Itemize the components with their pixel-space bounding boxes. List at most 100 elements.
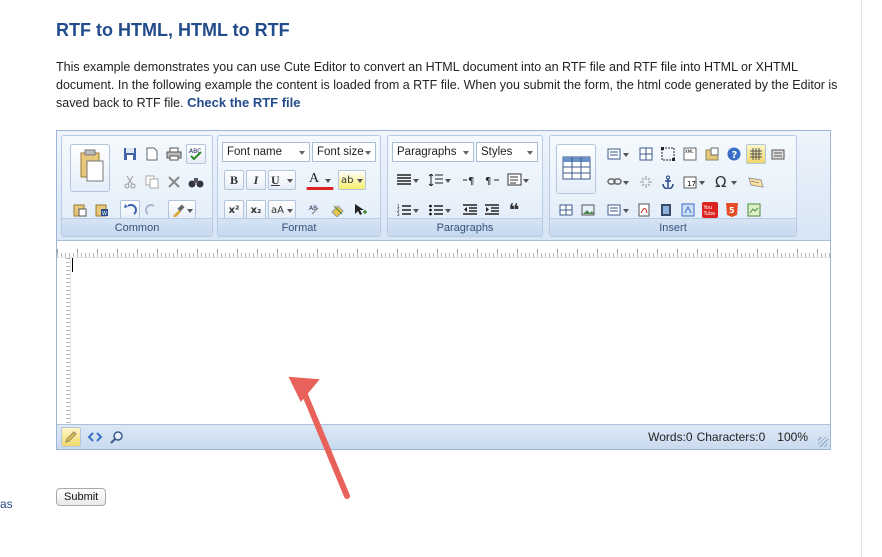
print-button[interactable] [164,144,184,164]
styles-select[interactable]: Styles [476,142,538,162]
bold-button[interactable]: B [224,170,244,190]
insert-table-button[interactable] [556,144,596,194]
undo-button[interactable] [120,200,140,220]
redo-button[interactable] [142,200,162,220]
clean-format-button[interactable] [328,200,348,220]
spelling-options-icon: AB [309,205,319,215]
font-color-button[interactable]: A [306,170,334,190]
insert-media-button[interactable] [656,200,676,220]
eraser-icon [331,205,344,217]
youtube-icon: YouTube [702,202,718,218]
redo-icon [145,204,155,215]
outdent-icon [463,204,477,215]
cut-button[interactable] [120,172,140,192]
format-painter-button[interactable] [168,200,196,220]
grid-icon [750,148,762,160]
font-name-select[interactable]: Font name [222,142,310,162]
spelling-options-button[interactable]: AB [306,200,326,220]
paste-icon [80,149,104,182]
insert-gallery-button[interactable] [744,200,764,220]
rtl-button[interactable]: ¶ [482,170,502,190]
font-size-select[interactable]: Font size [312,142,376,162]
insert-form-button[interactable] [604,144,632,164]
paste-text-button[interactable] [70,200,90,220]
ordered-list-button[interactable]: 123 [394,200,422,220]
svg-text:3: 3 [397,212,400,216]
copy-button[interactable] [142,172,162,192]
insert-table-small-button[interactable] [556,200,576,220]
delete-button[interactable] [164,172,184,192]
blockquote-button[interactable]: ❝ [504,200,524,221]
html-mode-tab[interactable] [85,427,105,447]
spellcheck-button[interactable]: ABC [186,144,206,164]
paste-word-button[interactable]: W [92,200,112,220]
change-case-button[interactable]: aA [268,200,296,220]
indent-button[interactable] [482,200,502,220]
unlink-button[interactable] [636,172,656,192]
link-icon [607,178,622,185]
code-view-icon [87,432,103,442]
insert-box-button[interactable] [746,172,766,192]
insert-hr-table-button[interactable] [636,144,656,164]
description-text: This example demonstrates you can use Cu… [56,60,838,110]
design-mode-tab[interactable] [61,427,81,447]
page-properties-icon [771,149,785,160]
svg-text:Tube: Tube [703,211,716,217]
film-icon [661,204,671,216]
select-pointer-button[interactable] [350,200,370,220]
field-icon [607,204,621,216]
insert-template-button[interactable] [702,144,722,164]
spellcheck-icon: ABC [189,148,202,161]
page-properties-button[interactable] [768,144,788,164]
underline-button[interactable]: U [268,170,296,190]
special-char-button[interactable]: Ω [712,172,740,192]
insert-flash-button[interactable] [678,200,698,220]
insert-date-button[interactable]: 17 [680,172,708,192]
pencil-icon [65,431,77,443]
brush-icon [173,204,185,217]
insert-html5-button[interactable]: 5 [722,200,742,220]
style-builder-button[interactable] [504,170,532,190]
copy-icon [145,175,159,189]
justify-button[interactable] [394,170,422,190]
superscript-button[interactable]: x² [224,200,244,220]
cursor-plus-icon [355,204,367,215]
anchor-icon [662,175,674,189]
check-rtf-file-link[interactable]: Check the RTF file [187,95,300,110]
group-label-common: Common [62,218,212,236]
svg-text:XML: XML [685,149,694,154]
save-button[interactable] [120,144,140,164]
outdent-button[interactable] [460,200,480,220]
text-caret [72,258,73,272]
insert-image-button[interactable] [578,200,598,220]
subscript-button[interactable]: x₂ [246,200,266,220]
line-spacing-button[interactable] [426,170,454,190]
resize-grip[interactable] [818,437,828,447]
preview-mode-tab[interactable] [107,427,127,447]
paragraphs-select[interactable]: Paragraphs [392,142,474,162]
help-button[interactable]: ? [724,144,744,164]
bullet-list-button[interactable] [426,200,454,220]
editor-content-area[interactable] [72,258,830,424]
paste-button[interactable] [70,144,110,192]
horizontal-ruler [57,242,830,258]
insert-link-button[interactable] [604,172,632,192]
ltr-button[interactable]: ¶ [460,170,480,190]
align-justify-icon [397,174,411,185]
find-button[interactable] [186,172,206,192]
insert-pdf-button[interactable] [634,200,654,220]
insert-field-button[interactable] [604,200,632,220]
submit-button[interactable]: Submit [56,488,107,506]
svg-text:¶: ¶ [468,176,474,186]
ordered-list-icon: 123 [397,204,411,216]
insert-layer-button[interactable] [658,144,678,164]
new-document-button[interactable] [142,144,162,164]
italic-button[interactable]: I [246,170,266,190]
insert-anchor-button[interactable] [658,172,678,192]
annotation-arrow [288,376,350,499]
insert-xml-button[interactable]: XML [680,144,700,164]
box-icon [748,177,764,188]
toggle-borders-button[interactable] [746,144,766,164]
insert-youtube-button[interactable]: You Tube [700,200,720,220]
highlight-button[interactable]: ab [338,170,366,190]
